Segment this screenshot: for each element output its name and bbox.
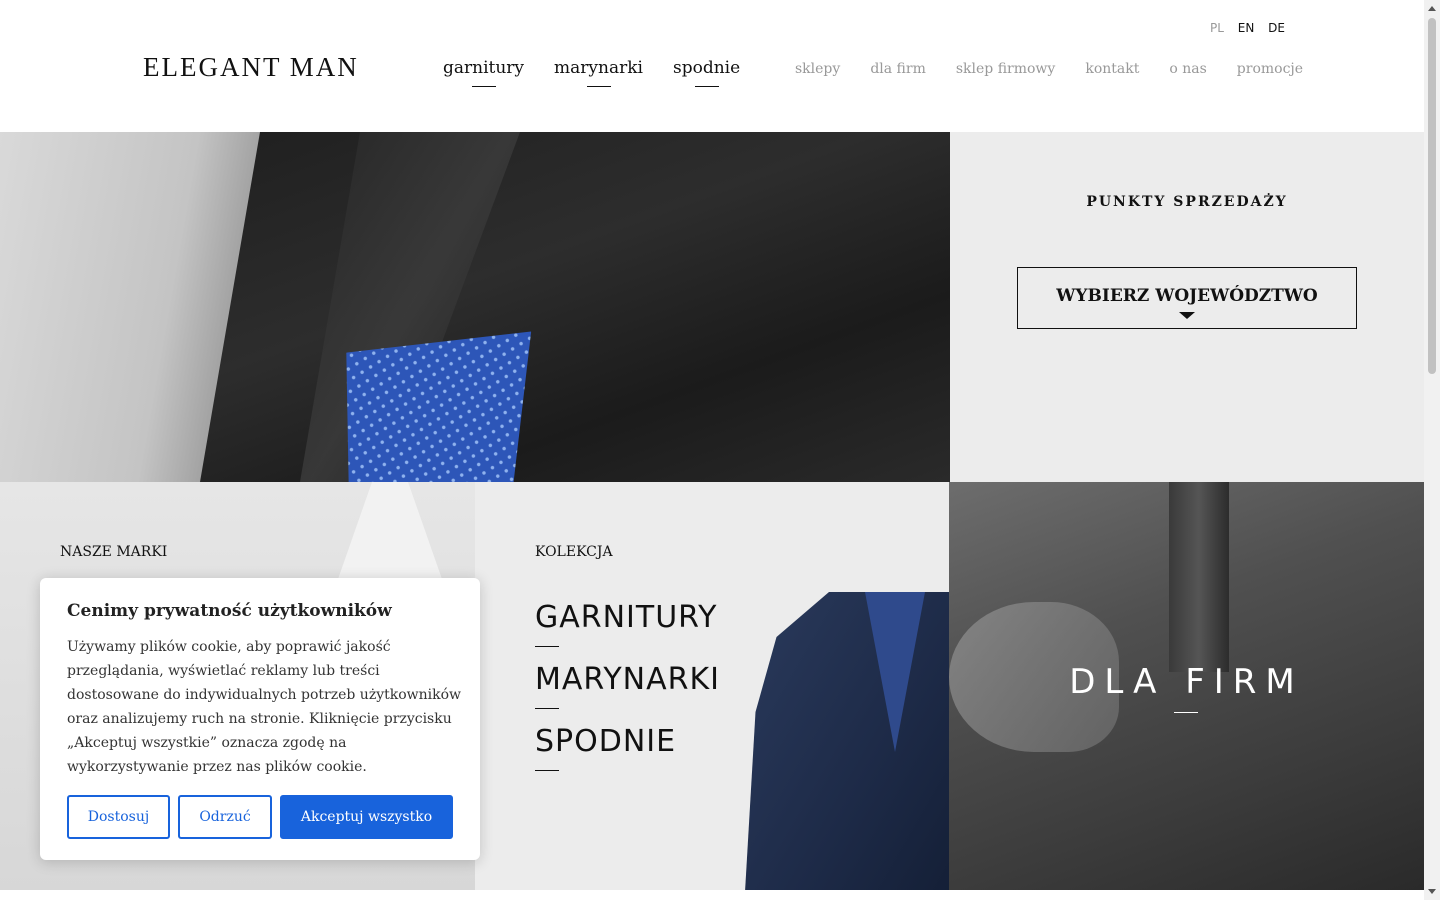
customize-button[interactable]: Dostosuj [67,795,170,839]
suit-jacket-graphic [745,592,950,890]
points-of-sale-title: PUNKTY SPRZEDAŻY [1086,194,1288,210]
nav-dla-firm[interactable]: dla firm [870,61,926,77]
page-scrollbar[interactable] [1424,0,1440,900]
nav-o-nas[interactable]: o nas [1169,61,1206,77]
cookie-consent-dialog: Cenimy prywatność użytkowników Używamy p… [40,578,480,860]
nav-garnitury[interactable]: garnitury [443,58,524,87]
caret-down-icon [1179,312,1195,319]
for-companies-title: DLA FIRM [1069,662,1304,702]
site-header: ELEGANT MAN PL EN DE garnitury marynarki… [0,0,1424,132]
site-logo[interactable]: ELEGANT MAN [143,52,359,83]
cookie-text: Używamy plików cookie, aby poprawić jako… [67,639,462,775]
nav-marynarki[interactable]: marynarki [554,58,643,87]
language-switcher: PL EN DE [1210,21,1295,35]
nav-sklep-firmowy[interactable]: sklep firmowy [956,61,1055,77]
title-underline [1174,712,1198,713]
collection-title: KOLEKCJA [535,544,613,560]
sewing-machine-graphic [1169,482,1229,672]
jacket-graphic [190,132,950,482]
lang-en[interactable]: EN [1238,21,1255,35]
brands-title: NASZE MARKI [60,544,168,560]
scroll-up-arrow-icon[interactable] [1428,6,1436,11]
collection-tile: KOLEKCJA GARNITURY MARYNARKI SPODNIE [475,482,950,890]
nav-kontakt[interactable]: kontakt [1085,61,1139,77]
collection-link-spodnie[interactable]: SPODNIE [535,724,676,771]
nav-spodnie[interactable]: spodnie [673,58,740,87]
voivodeship-select[interactable]: WYBIERZ WOJEWÓDZTWO [1017,267,1357,329]
nav-sklepy[interactable]: sklepy [795,61,840,77]
lang-de[interactable]: DE [1268,21,1285,35]
reject-button[interactable]: Odrzuć [178,795,272,839]
lang-pl[interactable]: PL [1210,21,1224,35]
for-companies-tile[interactable]: DLA FIRM [949,482,1424,890]
scrollbar-thumb[interactable] [1428,18,1436,374]
suit-lining-graphic [865,592,925,752]
points-of-sale-panel: PUNKTY SPRZEDAŻY WYBIERZ WOJEWÓDZTWO [950,132,1424,482]
accept-all-button[interactable]: Akceptuj wszystko [280,795,453,839]
collection-link-garnitury[interactable]: GARNITURY [535,600,717,647]
collection-link-marynarki[interactable]: MARYNARKI [535,662,720,709]
secondary-nav: sklepy dla firm sklep firmowy kontakt o … [795,61,1303,77]
main-nav: garnitury marynarki spodnie [443,58,740,87]
hero-image [0,132,950,482]
nav-promocje[interactable]: promocje [1237,61,1303,77]
scroll-down-arrow-icon[interactable] [1428,889,1436,894]
voivodeship-select-label: WYBIERZ WOJEWÓDZTWO [1056,286,1318,306]
cookie-title: Cenimy prywatność użytkowników [67,601,392,621]
